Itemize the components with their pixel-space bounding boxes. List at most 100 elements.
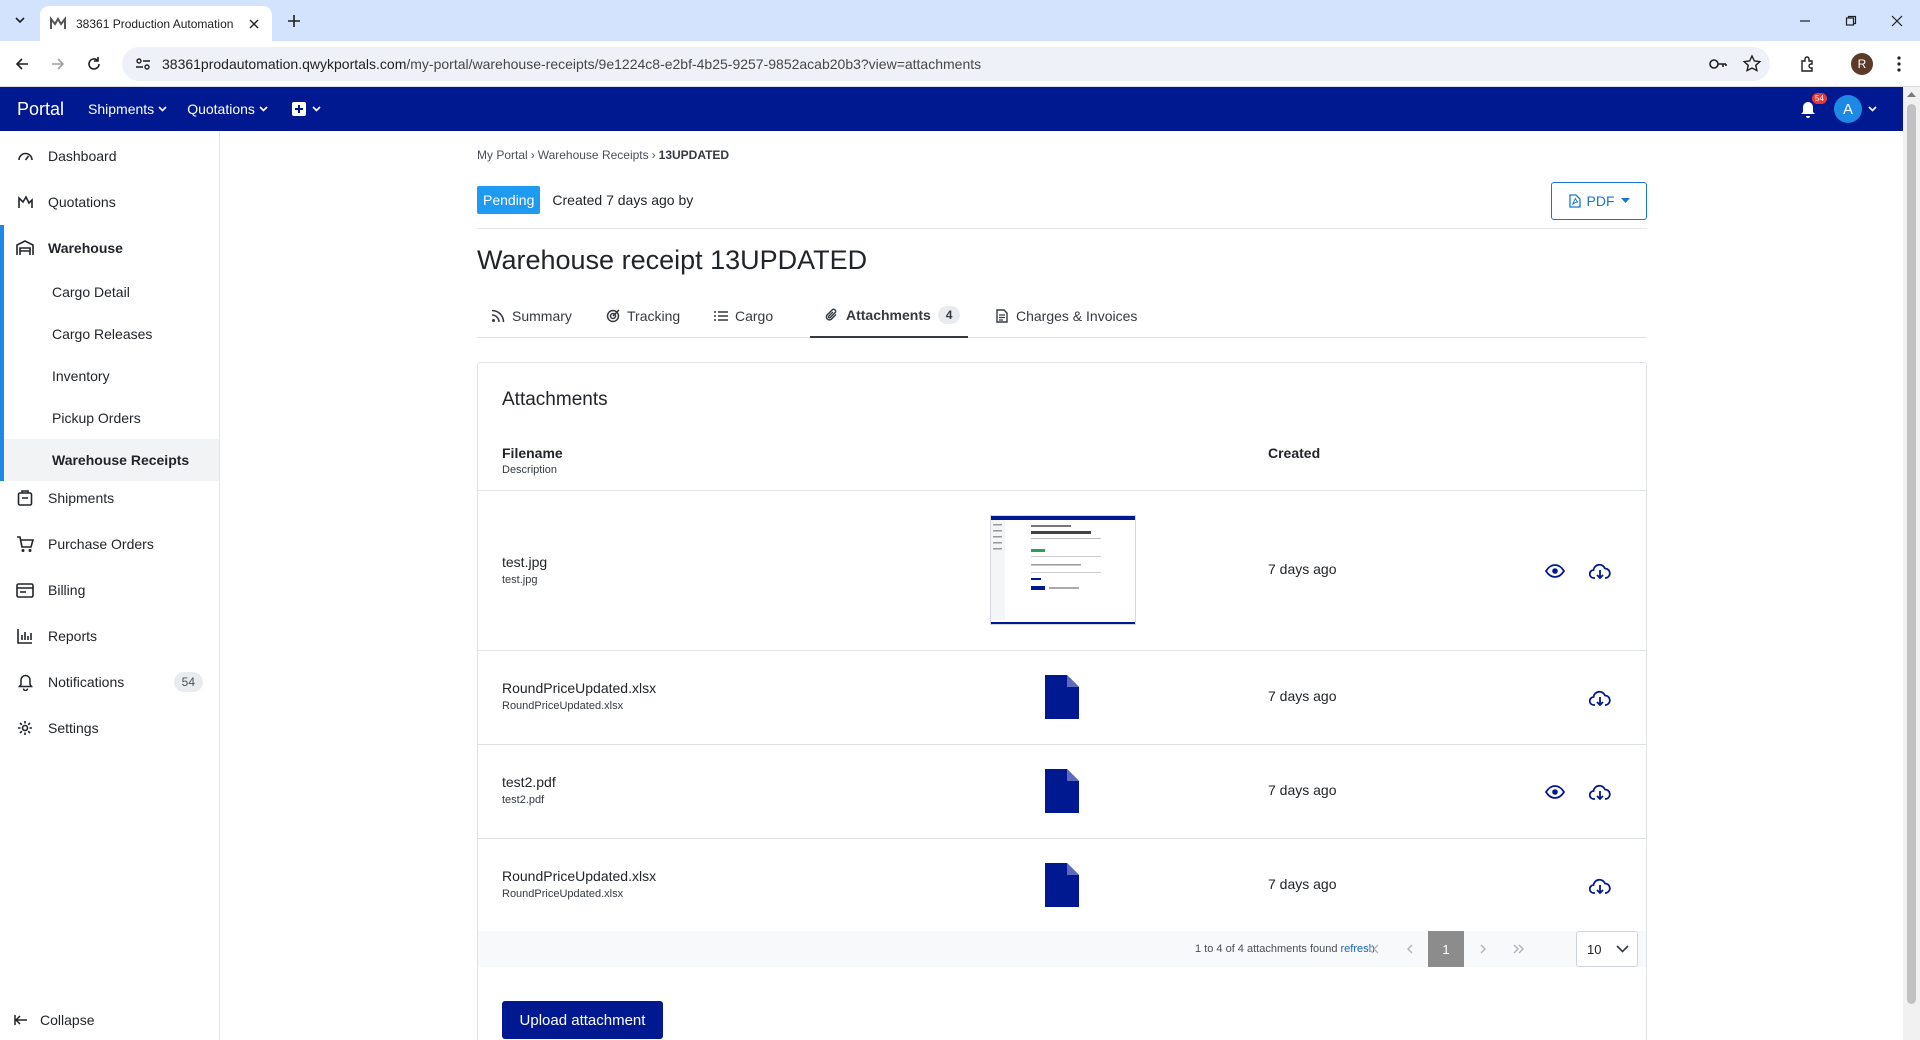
- first-page-button[interactable]: [1355, 931, 1391, 967]
- minimize-icon: [1800, 19, 1810, 22]
- breadcrumb-separator: ›: [530, 148, 535, 162]
- last-page-button[interactable]: [1501, 931, 1537, 967]
- attachment-created: 7 days ago: [1268, 561, 1337, 577]
- status-badge: Pending: [477, 186, 541, 214]
- sidebar-item-label: Purchase Orders: [48, 536, 154, 552]
- sidebar-item-reports[interactable]: Reports: [0, 613, 219, 659]
- sidebar-item-label: Settings: [48, 720, 99, 736]
- restore-button[interactable]: [1828, 0, 1874, 41]
- profile-avatar: R: [1851, 53, 1873, 75]
- tab-tracking[interactable]: Tracking: [606, 294, 680, 338]
- attachment-description: test2.pdf: [502, 794, 545, 806]
- tab-charges-invoices[interactable]: Charges & Invoices: [995, 294, 1137, 338]
- sidebar-subitem-inventory[interactable]: Inventory: [0, 355, 219, 397]
- scroll-up-icon[interactable]: [1907, 91, 1916, 97]
- tab-label: Cargo: [735, 308, 774, 324]
- download-attachment-button[interactable]: [1588, 780, 1612, 804]
- created-by-text: Created 7 days ago by: [552, 192, 694, 208]
- favicon-icon: [50, 15, 66, 29]
- eye-icon: [1545, 785, 1565, 799]
- address-bar[interactable]: 38361prodautomation.qwykportals.com/my-p…: [122, 47, 1770, 81]
- sidebar-item-label: Cargo Detail: [52, 284, 130, 300]
- invoice-icon: [996, 309, 1008, 323]
- nav-menu-shipments[interactable]: Shipments: [88, 101, 167, 117]
- download-attachment-button[interactable]: [1588, 559, 1612, 583]
- view-attachment-button[interactable]: [1543, 559, 1567, 583]
- back-button[interactable]: [9, 51, 35, 77]
- tab-attachments[interactable]: Attachments 4: [810, 294, 968, 338]
- sidebar-item-quotations[interactable]: Quotations: [0, 179, 219, 225]
- sidebar-item-shipments[interactable]: Shipments: [0, 475, 219, 521]
- cart-icon: [16, 535, 34, 553]
- nav-menu-quotations[interactable]: Quotations: [187, 101, 268, 117]
- chevron-down-icon: [158, 106, 167, 112]
- collapse-sidebar-button[interactable]: Collapse: [14, 1006, 94, 1034]
- close-tab-icon[interactable]: [246, 16, 262, 32]
- download-attachment-button[interactable]: [1588, 874, 1612, 898]
- password-key-icon[interactable]: [1708, 54, 1728, 74]
- new-tab-button[interactable]: [282, 9, 306, 33]
- page-scrollbar[interactable]: [1903, 87, 1920, 1040]
- download-attachment-button[interactable]: [1588, 686, 1612, 710]
- scrollbar-thumb[interactable]: [1907, 104, 1916, 1004]
- upload-attachment-button[interactable]: Upload attachment: [502, 1001, 663, 1039]
- tab-summary[interactable]: Summary: [491, 294, 572, 338]
- sidebar-item-label: Dashboard: [48, 148, 117, 164]
- breadcrumb: My Portal › Warehouse Receipts › 13UPDATED: [477, 148, 729, 162]
- attachment-filename: RoundPriceUpdated.xlsx: [502, 680, 657, 696]
- browser-menu-button[interactable]: [1886, 51, 1912, 77]
- chevron-down-icon: [1616, 945, 1629, 953]
- previous-page-button[interactable]: [1391, 931, 1427, 967]
- next-page-button[interactable]: [1465, 931, 1501, 967]
- sidebar-subitem-cargo-releases[interactable]: Cargo Releases: [0, 313, 219, 355]
- tab-cargo[interactable]: Cargo: [714, 294, 773, 338]
- column-header-created[interactable]: Created: [1268, 445, 1320, 461]
- breadcrumb-my-portal[interactable]: My Portal: [477, 148, 528, 162]
- profile-button[interactable]: R: [1849, 51, 1875, 77]
- site-info-icon[interactable]: [134, 55, 152, 73]
- page-1-button[interactable]: 1: [1428, 931, 1464, 967]
- sidebar-item-label: Notifications: [48, 674, 125, 690]
- brand-logo[interactable]: Portal: [17, 99, 64, 120]
- sidebar-item-settings[interactable]: Settings: [0, 705, 219, 751]
- avatar: A: [1834, 95, 1862, 123]
- sidebar-item-label: Warehouse Receipts: [52, 452, 190, 468]
- pdf-dropdown-button[interactable]: PDF: [1551, 182, 1647, 220]
- sidebar-item-billing[interactable]: Billing: [0, 567, 219, 613]
- sidebar-subitem-pickup-orders[interactable]: Pickup Orders: [0, 397, 219, 439]
- sidebar-item-warehouse[interactable]: Warehouse: [0, 225, 219, 271]
- sidebar-item-purchase-orders[interactable]: Purchase Orders: [0, 521, 219, 567]
- sidebar-item-notifications[interactable]: Notifications 54: [0, 659, 219, 705]
- image-thumbnail[interactable]: [990, 515, 1136, 625]
- view-attachment-button[interactable]: [1543, 780, 1567, 804]
- close-window-button[interactable]: [1874, 0, 1920, 41]
- tab-title: 38361 Production Automation: [76, 16, 234, 31]
- cloud-download-icon: [1589, 784, 1611, 800]
- notifications-button[interactable]: 54: [1800, 93, 1827, 119]
- create-new-menu[interactable]: [291, 102, 321, 116]
- sidebar-subitem-cargo-detail[interactable]: Cargo Detail: [0, 271, 219, 313]
- column-header-filename[interactable]: Filename: [502, 445, 563, 461]
- sidebar-item-dashboard[interactable]: Dashboard: [0, 133, 219, 179]
- attachment-created: 7 days ago: [1268, 782, 1337, 798]
- tab-search-button[interactable]: [8, 8, 32, 32]
- column-header-description: Description: [502, 464, 558, 476]
- main-content: My Portal › Warehouse Receipts › 13UPDATED P…: [220, 131, 1903, 1040]
- bookmark-star-icon[interactable]: [1742, 54, 1762, 74]
- browser-tab[interactable]: 38361 Production Automation: [40, 6, 272, 41]
- minimize-button[interactable]: [1782, 0, 1828, 41]
- sidebar-item-label: Quotations: [48, 194, 116, 210]
- browser-tabstrip: 38361 Production Automation: [0, 0, 1920, 41]
- notification-badge: 54: [1812, 93, 1827, 104]
- forward-button[interactable]: [45, 51, 71, 77]
- nav-menu-label: Shipments: [88, 101, 155, 117]
- attachment-created: 7 days ago: [1268, 688, 1337, 704]
- sidebar-item-label: Reports: [48, 628, 98, 644]
- page-size-select[interactable]: 10: [1576, 931, 1638, 967]
- cloud-download-icon: [1589, 690, 1611, 706]
- tab-label: Charges & Invoices: [1016, 308, 1138, 324]
- breadcrumb-warehouse-receipts[interactable]: Warehouse Receipts: [538, 148, 649, 162]
- reload-button[interactable]: [81, 51, 107, 77]
- user-menu[interactable]: A: [1834, 95, 1877, 123]
- extensions-button[interactable]: [1795, 51, 1821, 77]
